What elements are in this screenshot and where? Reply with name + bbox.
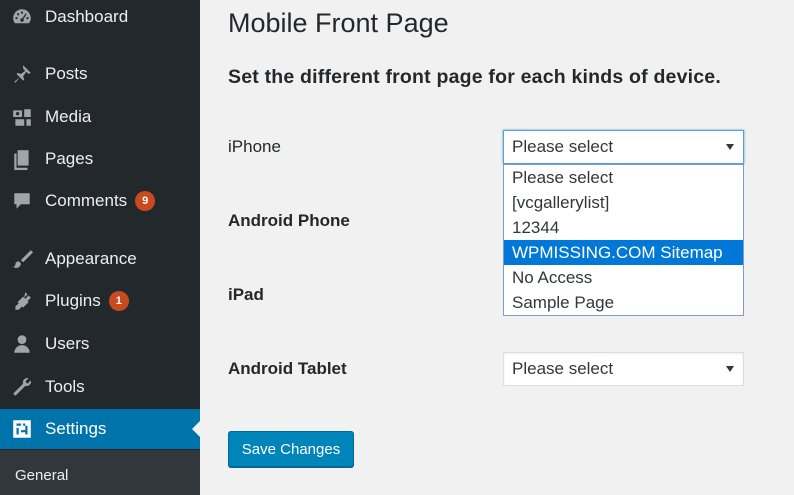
sidebar-item-label: Tools [45, 377, 85, 396]
plugins-update-badge: 1 [108, 291, 129, 311]
sidebar-item-label: Plugins [45, 291, 101, 310]
dropdown-option[interactable]: [vcgallerylist] [504, 190, 743, 215]
admin-sidebar: Dashboard Posts Media Pages Comments 9 A… [0, 0, 200, 495]
sidebar-item-plugins[interactable]: Plugins 1 [0, 281, 200, 321]
select-value: Please select [512, 359, 614, 378]
save-changes-button[interactable]: Save Changes [228, 431, 354, 467]
sidebar-item-comments[interactable]: Comments 9 [0, 181, 200, 221]
sidebar-item-pages[interactable]: Pages [0, 139, 200, 179]
sidebar-item-label: Users [45, 334, 90, 353]
comment-icon [10, 189, 34, 213]
sidebar-item-label: Posts [45, 64, 88, 83]
dropdown-option[interactable]: 12344 [504, 215, 743, 240]
iphone-label: iPhone [228, 137, 281, 156]
sidebar-item-media[interactable]: Media [0, 97, 200, 137]
pin-icon [10, 62, 34, 86]
dropdown-arrow-icon [726, 366, 734, 372]
sidebar-item-label: Media [45, 107, 92, 126]
android-tablet-label: Android Tablet [228, 359, 347, 378]
sidebar-item-label: Settings [45, 419, 107, 438]
sidebar-item-label: Pages [45, 149, 94, 168]
sidebar-item-settings[interactable]: Settings [0, 409, 200, 449]
iphone-select-options: Please select [vcgallerylist] 12344 WPMI… [503, 164, 744, 316]
wrench-icon [10, 375, 34, 399]
active-indicator [192, 421, 200, 437]
sidebar-item-posts[interactable]: Posts [0, 54, 200, 94]
section-description: Set the different front page for each ki… [228, 66, 721, 88]
dropdown-option[interactable]: Please select [504, 165, 743, 190]
dropdown-arrow-icon [726, 144, 734, 150]
settings-submenu: General [0, 450, 200, 495]
settings-icon [10, 417, 34, 441]
sidebar-item-label: Comments [45, 191, 128, 210]
iphone-select[interactable]: Please select [503, 130, 744, 164]
page-title: Mobile Front Page [228, 8, 449, 38]
ipad-label: iPad [228, 285, 264, 304]
media-icon [10, 105, 34, 129]
dashboard-icon [10, 5, 34, 29]
sidebar-item-label: Appearance [45, 249, 137, 268]
plug-icon [10, 289, 34, 313]
sidebar-item-tools[interactable]: Tools [0, 367, 200, 407]
android-tablet-select[interactable]: Please select [503, 352, 744, 386]
android-phone-label: Android Phone [228, 211, 350, 230]
submenu-item-general[interactable]: General [15, 467, 68, 484]
sidebar-item-appearance[interactable]: Appearance [0, 239, 200, 279]
sidebar-item-dashboard[interactable]: Dashboard [0, 0, 200, 37]
comments-count-badge: 9 [135, 191, 156, 211]
dropdown-option[interactable]: Sample Page [504, 290, 743, 315]
sidebar-item-label: Dashboard [45, 7, 129, 26]
user-icon [10, 332, 34, 356]
dropdown-option[interactable]: No Access [504, 265, 743, 290]
pages-icon [10, 147, 34, 171]
select-value: Please select [512, 137, 614, 156]
sidebar-item-users[interactable]: Users [0, 324, 200, 364]
brush-icon [10, 247, 34, 271]
dropdown-option-highlighted[interactable]: WPMISSING.COM Sitemap [504, 240, 743, 265]
